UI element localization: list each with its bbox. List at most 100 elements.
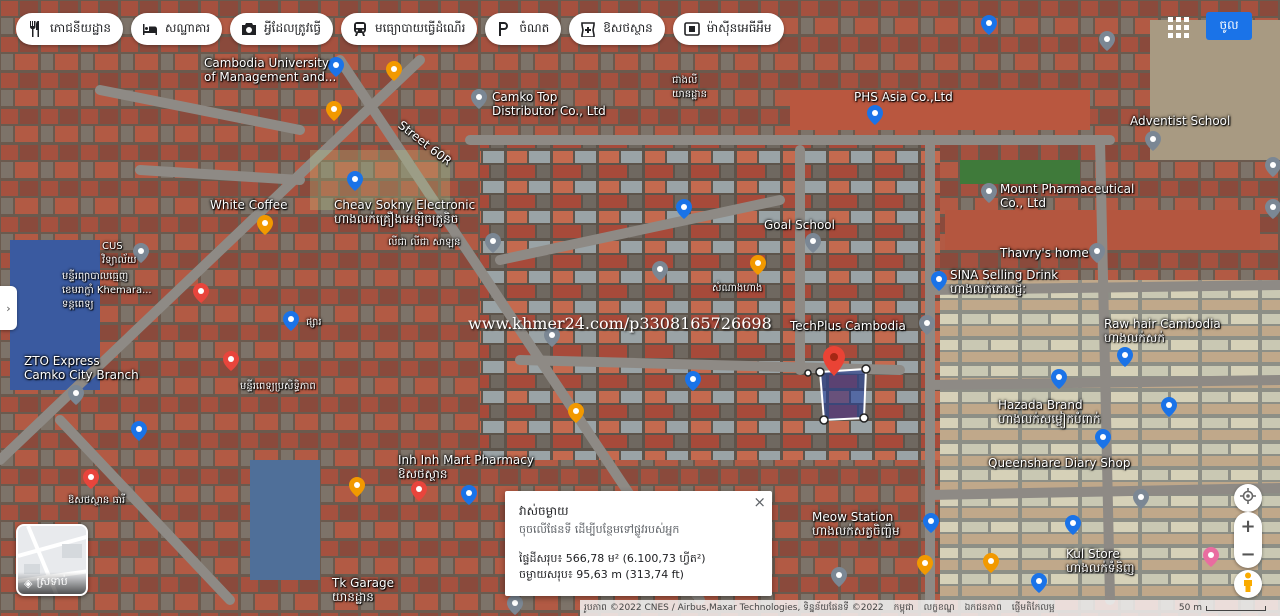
place-pin-icon[interactable] bbox=[506, 594, 524, 616]
place-pin-icon[interactable] bbox=[470, 88, 488, 110]
label-camko-top[interactable]: Camko Top Distributor Co., Ltd bbox=[492, 90, 606, 118]
chip-transit[interactable]: មធ្យោបាយធ្វើដំណើរ bbox=[340, 13, 478, 45]
label-khemara[interactable]: មន្ទីរព្យាបាលធ្មេញ ខេមរាក្លាំ Khemara...… bbox=[62, 270, 152, 312]
shop-pin-icon[interactable] bbox=[1116, 346, 1134, 368]
label-thavry[interactable]: Thavry's home bbox=[1000, 246, 1089, 260]
shop-pin-icon[interactable] bbox=[1160, 396, 1178, 418]
chip-restaurants[interactable]: ភោជនីយដ្ឋាន bbox=[16, 13, 123, 45]
label-mount-pharma[interactable]: Mount Pharmaceutical Co., Ltd bbox=[1000, 182, 1134, 210]
chip-label: សណ្ឋាគារ bbox=[164, 21, 211, 35]
pharmacy-pin-icon[interactable] bbox=[410, 480, 428, 502]
restaurant-pin-icon[interactable] bbox=[982, 552, 1000, 574]
label-goal-school[interactable]: Goal School bbox=[764, 218, 835, 232]
cafe-pin-icon[interactable] bbox=[325, 100, 343, 122]
cafe-pin-icon[interactable] bbox=[567, 402, 585, 424]
cafe-pin-icon[interactable] bbox=[348, 476, 366, 498]
shop-pin-icon[interactable] bbox=[282, 310, 300, 332]
label-sina[interactable]: SINA Selling Drink ហាងលក់ភេសជ្ជៈ bbox=[950, 268, 1058, 296]
chip-hotels[interactable]: សណ្ឋាគារ bbox=[130, 13, 223, 45]
label-zto[interactable]: ZTO Express Camko City Branch bbox=[24, 354, 139, 382]
shop-pin-icon[interactable] bbox=[130, 420, 148, 442]
street-view-pegman[interactable] bbox=[1234, 570, 1262, 598]
label-tk-garage[interactable]: Tk Garage យានដ្ឋាន bbox=[332, 576, 394, 604]
label-adventist-school[interactable]: Adventist School bbox=[1130, 114, 1230, 128]
place-pin-icon[interactable] bbox=[980, 182, 998, 204]
layers-icon: ◈ bbox=[24, 576, 33, 590]
label-samnang[interactable]: សំណាងហាង bbox=[712, 282, 762, 296]
layers-toggle[interactable]: ◈ ស្រទាប់ bbox=[16, 524, 88, 596]
label-meow-station[interactable]: Meow Station ហាងលក់សត្វចិញ្ចឹម bbox=[812, 510, 900, 538]
place-pin-icon[interactable] bbox=[1264, 198, 1280, 220]
parking-icon bbox=[495, 20, 513, 38]
expand-panel-button[interactable]: › bbox=[0, 286, 17, 330]
label-raw-hair[interactable]: Raw hair Cambodia ហាងលក់សក់ bbox=[1104, 317, 1221, 345]
footer-link-feedback[interactable]: ផ្ញើមតិកែលម្អ bbox=[1012, 602, 1055, 615]
place-pin-icon[interactable] bbox=[651, 260, 669, 282]
hospital-pin-icon[interactable] bbox=[222, 350, 240, 372]
shop-pin-icon[interactable] bbox=[1064, 514, 1082, 536]
shop-pin-icon[interactable] bbox=[1094, 428, 1112, 450]
label-phs-asia[interactable]: PHS Asia Co.,Ltd bbox=[854, 90, 953, 104]
chip-atms[interactable]: ម៉ាស៊ីនអេធីអឹម bbox=[672, 13, 784, 45]
label-cambodia-university[interactable]: Cambodia University of Management and... bbox=[204, 56, 336, 84]
scale-bar[interactable]: 50 m bbox=[1179, 603, 1280, 613]
label-techplus[interactable]: TechPlus Cambodia bbox=[790, 319, 906, 333]
label-pharmacy-left[interactable]: ឱសថស្ថាន ធារី bbox=[68, 494, 125, 508]
restaurant-pin-icon[interactable] bbox=[916, 554, 934, 576]
shop-pin-icon[interactable] bbox=[675, 198, 693, 220]
label-hospital[interactable]: មន្ទីរពេទ្យប្រសិទ្ធិភាព bbox=[240, 380, 316, 394]
footer-link-terms[interactable]: លក្ខខណ្ឌ bbox=[924, 602, 955, 615]
chip-label: អ្វីដែលត្រូវធ្វើ bbox=[264, 21, 321, 35]
label-kul-store[interactable]: Kul Store ហាងលក់ទំនិញ bbox=[1066, 547, 1135, 575]
place-pin-icon[interactable] bbox=[1264, 156, 1280, 178]
place-pin-icon[interactable] bbox=[1132, 488, 1150, 510]
shop-pin-icon[interactable] bbox=[684, 370, 702, 392]
restaurant-pin-icon[interactable] bbox=[82, 468, 100, 490]
shop-pin-icon[interactable] bbox=[1030, 572, 1048, 594]
shop-pin-icon[interactable] bbox=[1202, 546, 1220, 568]
label-lichy[interactable]: លីជា លីជា សាឡន bbox=[388, 236, 461, 250]
sign-in-button[interactable]: ចូល bbox=[1206, 12, 1252, 40]
close-button[interactable]: × bbox=[753, 493, 766, 511]
label-cus[interactable]: CUS វិទ្យាល័យ bbox=[102, 240, 137, 268]
place-pin-icon[interactable] bbox=[830, 566, 848, 588]
school-pin-icon[interactable] bbox=[1144, 130, 1162, 152]
cafe-pin-icon[interactable] bbox=[256, 214, 274, 236]
shop-pin-icon[interactable] bbox=[930, 270, 948, 292]
shop-pin-icon[interactable] bbox=[866, 104, 884, 126]
shop-pin-icon[interactable] bbox=[922, 512, 940, 534]
label-hazada[interactable]: Hazada Brand ហាងលក់សម្លៀកបំពាក់ bbox=[998, 398, 1101, 426]
zoom-out-button[interactable]: − bbox=[1234, 540, 1262, 568]
place-pin-icon[interactable] bbox=[67, 384, 85, 406]
school-pin-icon[interactable] bbox=[804, 232, 822, 254]
health-pin-icon[interactable] bbox=[192, 282, 210, 304]
place-pin-icon[interactable] bbox=[484, 232, 502, 254]
label-chanlee[interactable]: ជាងលី យានដ្ឋាន bbox=[672, 74, 707, 102]
camera-icon bbox=[240, 20, 258, 38]
label-cheav-sokny[interactable]: Cheav Sokny Electronic ហាងលក់គ្រឿងអេឡិចត… bbox=[334, 198, 475, 226]
zoom-in-button[interactable]: + bbox=[1234, 512, 1262, 540]
place-pin-icon[interactable] bbox=[918, 314, 936, 336]
apps-grid-icon[interactable] bbox=[1166, 15, 1189, 38]
chip-label: មធ្យោបាយធ្វើដំណើរ bbox=[374, 21, 466, 35]
label-queenshare[interactable]: Queenshare Diary Shop bbox=[988, 456, 1130, 470]
shop-pin-icon[interactable] bbox=[346, 170, 364, 192]
my-location-button[interactable] bbox=[1234, 484, 1262, 512]
shop-pin-icon[interactable] bbox=[460, 484, 478, 506]
footer-link-privacy[interactable]: ឯកជនភាព bbox=[965, 602, 1002, 615]
label-white-coffee[interactable]: White Coffee bbox=[210, 198, 287, 212]
chip-pharmacies[interactable]: ឱសថស្ថាន bbox=[569, 13, 665, 45]
restaurant-pin-icon[interactable] bbox=[385, 60, 403, 82]
shop-pin-icon[interactable] bbox=[980, 14, 998, 36]
footer-link-country[interactable]: កម្ពុជា bbox=[894, 602, 914, 615]
place-pin-icon[interactable] bbox=[1088, 242, 1106, 264]
label-inh-inh[interactable]: Inh Inh Mart Pharmacy ឱសថស្ថាន bbox=[398, 453, 534, 481]
place-pin-icon[interactable] bbox=[1098, 30, 1116, 52]
label-market[interactable]: ផ្សារ bbox=[306, 316, 322, 330]
shop-pin-icon[interactable] bbox=[1050, 368, 1068, 390]
measure-title: វាស់ចម្ងាយ bbox=[519, 504, 569, 518]
restaurant-pin-icon[interactable] bbox=[749, 254, 767, 276]
chip-things-to-do[interactable]: អ្វីដែលត្រូវធ្វើ bbox=[230, 13, 333, 45]
chip-parking[interactable]: ចំណត bbox=[485, 13, 562, 45]
measure-area: ផ្ទៃដីសរុប៖ 566,78 ម² (6.100,73 ហ្វីត²) bbox=[519, 552, 706, 565]
